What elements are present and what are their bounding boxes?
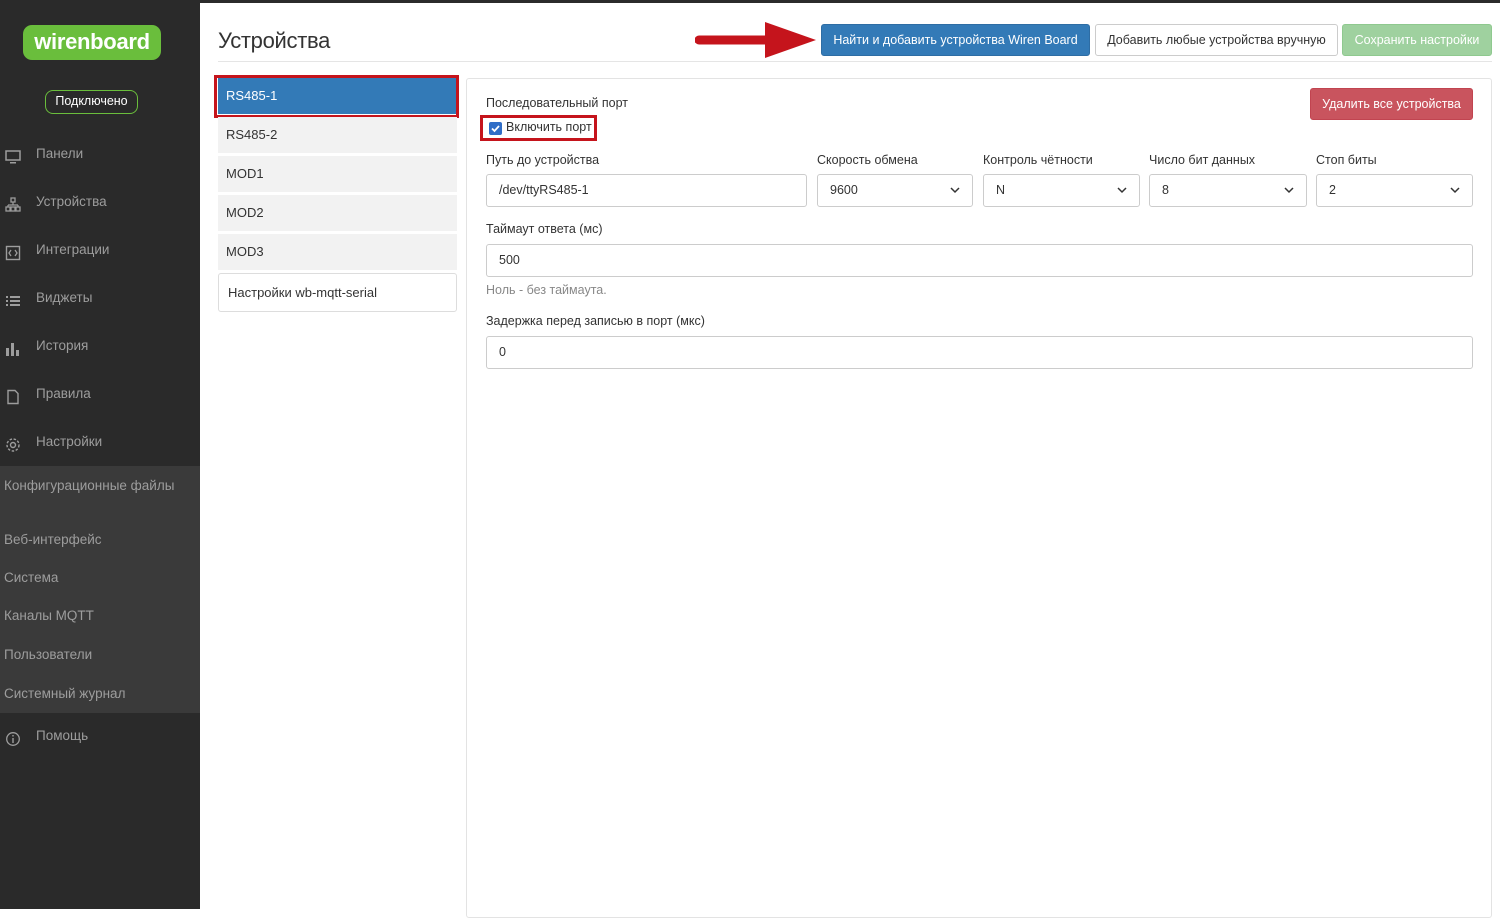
port-item-rs485-2[interactable]: RS485-2 [218, 117, 457, 153]
arrow-annotation-icon [695, 22, 816, 58]
info-icon [5, 728, 21, 746]
baud-value: 9600 [830, 183, 858, 197]
port-item-mod3[interactable]: MOD3 [218, 234, 457, 270]
page-title: Устройства [218, 28, 331, 53]
timeout-input[interactable]: 500 [486, 244, 1473, 277]
add-manual-button[interactable]: Добавить любые устройства вручную [1095, 24, 1338, 56]
data-bits-label: Число бит данных [1149, 153, 1256, 167]
connection-status-badge: Подключено [45, 90, 138, 114]
chevron-down-icon [1450, 187, 1460, 194]
list-icon [5, 290, 21, 306]
parity-select[interactable]: N [983, 174, 1140, 207]
timeout-help-text: Ноль - без таймаута. [486, 283, 607, 297]
devices-icon [5, 194, 21, 212]
sidebar-item-label: История [36, 338, 89, 353]
timeout-label: Таймаут ответа (мс) [486, 222, 603, 236]
sidebar-item-label: Виджеты [36, 290, 93, 305]
sidebar-item-label: Правила [36, 386, 91, 401]
stop-bits-select[interactable]: 2 [1316, 174, 1473, 207]
settings-submenu: Конфигурационные файлы Веб-интерфейс Сис… [0, 466, 200, 713]
stop-bits-value: 2 [1329, 183, 1336, 197]
submenu-item-system[interactable]: Система [4, 570, 194, 586]
port-item-settings[interactable]: Настройки wb-mqtt-serial [218, 273, 457, 312]
monitor-icon [5, 146, 21, 164]
selected-port-highlight [214, 75, 459, 118]
submenu-item-config-files[interactable]: Конфигурационные файлы [4, 478, 194, 494]
sidebar-item-history[interactable]: История [0, 331, 200, 361]
section-title: Последовательный порт [486, 96, 628, 110]
sidebar-item-label: Устройства [36, 194, 107, 209]
path-label: Путь до устройства [486, 153, 600, 167]
chevron-down-icon [1284, 187, 1294, 194]
parity-value: N [996, 183, 1006, 197]
sidebar-item-label: Панели [36, 146, 84, 161]
sidebar-item-integrations[interactable]: Интеграции [0, 235, 200, 265]
gear-icon [5, 434, 21, 452]
submenu-item-mqtt-channels[interactable]: Каналы MQTT [4, 608, 194, 624]
write-delay-input[interactable]: 0 [486, 336, 1473, 369]
sidebar: wirenboard Подключено Панели Устройства … [0, 0, 200, 909]
brand-logo[interactable]: wirenboard [23, 25, 161, 60]
sidebar-item-label: Интеграции [36, 242, 110, 257]
parity-label: Контроль чётности [983, 153, 1093, 167]
baud-label: Скорость обмена [817, 153, 918, 167]
enable-port-label: Включить порт [506, 120, 592, 134]
port-item-mod2[interactable]: MOD2 [218, 195, 457, 231]
chevron-down-icon [950, 187, 960, 194]
top-border [0, 0, 1500, 3]
enable-port-checkbox[interactable] [489, 122, 502, 135]
bar-chart-icon [5, 338, 21, 356]
data-bits-value: 8 [1162, 183, 1169, 197]
device-path-input[interactable]: /dev/ttyRS485-1 [486, 174, 807, 207]
baud-select[interactable]: 9600 [817, 174, 973, 207]
file-icon [5, 386, 21, 405]
sidebar-item-settings[interactable]: Настройки [0, 427, 200, 457]
stop-bits-label: Стоп биты [1316, 153, 1377, 167]
submenu-item-system-log[interactable]: Системный журнал [4, 686, 194, 702]
sidebar-item-devices[interactable]: Устройства [0, 187, 200, 217]
submenu-item-users[interactable]: Пользователи [4, 647, 194, 663]
enable-port-checkbox-row[interactable]: Включить порт [480, 115, 597, 141]
save-settings-button[interactable]: Сохранить настройки [1342, 24, 1492, 56]
header-divider [218, 61, 1492, 62]
chevron-down-icon [1117, 187, 1127, 194]
sidebar-item-widgets[interactable]: Виджеты [0, 283, 200, 313]
sidebar-item-panels[interactable]: Панели [0, 139, 200, 169]
submenu-item-web-ui[interactable]: Веб-интерфейс [4, 532, 194, 548]
sidebar-item-label: Помощь [36, 728, 89, 743]
integrations-icon [5, 242, 21, 261]
data-bits-select[interactable]: 8 [1149, 174, 1307, 207]
write-delay-label: Задержка перед записью в порт (мкс) [486, 314, 705, 328]
delete-all-devices-button[interactable]: Удалить все устройства [1310, 88, 1473, 120]
sidebar-item-rules[interactable]: Правила [0, 379, 200, 409]
port-item-mod1[interactable]: MOD1 [218, 156, 457, 192]
sidebar-item-help[interactable]: Помощь [0, 721, 200, 751]
find-devices-button[interactable]: Найти и добавить устройства Wiren Board [821, 24, 1090, 56]
sidebar-item-label: Настройки [36, 434, 103, 449]
